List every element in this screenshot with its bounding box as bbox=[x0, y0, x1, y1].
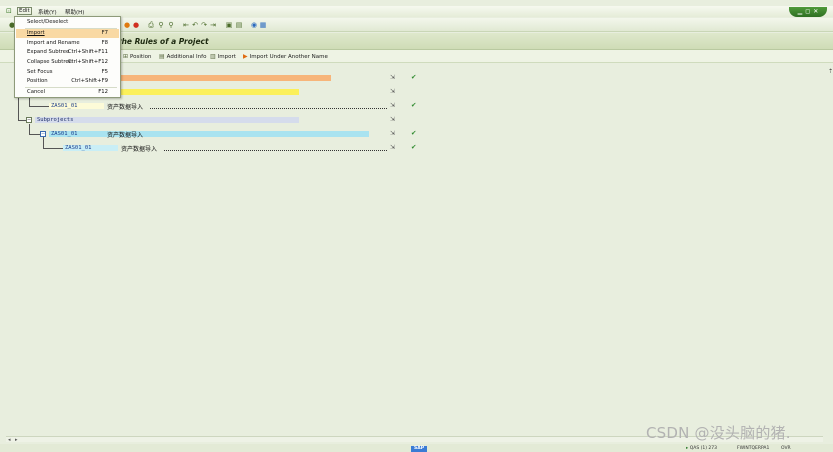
check-icon: ✔ bbox=[411, 129, 417, 137]
tree-line bbox=[18, 120, 26, 121]
menu-item-expand-subtree[interactable]: Expand Subtree Ctrl+Shift+F11 bbox=[16, 48, 119, 57]
position-icon: ⊞ bbox=[123, 53, 129, 60]
system-info[interactable]: ▸ QAS (1) 273 bbox=[686, 446, 717, 451]
watermark: CSDN @没头脑的猪. bbox=[646, 424, 791, 442]
minimize-icon[interactable]: ▁ bbox=[798, 9, 803, 15]
import-button-label: Import bbox=[217, 53, 236, 60]
print-icon[interactable]: ⎙ bbox=[147, 21, 155, 29]
import-icon: ▥ bbox=[210, 53, 216, 60]
node-label[interactable]: ZAS01_01 bbox=[65, 145, 92, 151]
status-icon[interactable]: ⇲ bbox=[390, 74, 395, 81]
window-controls: ▁ ◻ ✕ bbox=[789, 7, 827, 17]
node-description: 资产数据导入 bbox=[107, 104, 144, 111]
dotted-leader bbox=[164, 150, 387, 151]
additional-info-button-label: Additional Info bbox=[166, 53, 207, 60]
node-label[interactable]: ZAS01_01 bbox=[51, 131, 78, 137]
new-session-icon[interactable]: ▣ bbox=[225, 21, 233, 29]
menu-help[interactable]: 帮助(H) bbox=[65, 8, 84, 16]
row-highlight bbox=[49, 131, 369, 137]
next-page-icon[interactable]: ↷ bbox=[200, 21, 208, 29]
node-label[interactable]: Subprojects bbox=[37, 117, 73, 123]
menu-item-select-deselect[interactable]: Select/Deselect bbox=[16, 18, 119, 27]
row-highlight bbox=[121, 75, 331, 81]
status-icon[interactable]: ⇲ bbox=[390, 144, 395, 151]
cancel-icon[interactable]: ● bbox=[123, 21, 131, 29]
tree-line bbox=[29, 134, 40, 135]
import-under-another-name-button[interactable]: ▶ Import Under Another Name bbox=[243, 53, 328, 60]
import-rename-icon: ▶ bbox=[243, 53, 248, 60]
triangle-icon: ▸ bbox=[686, 446, 689, 451]
menu-item-collapse-subtree[interactable]: Collapse Subtree Ctrl+Shift+F12 bbox=[16, 58, 119, 67]
standard-toolbar: ● ● ● ⎙ ⚲ ⚲ ⇤ ↶ ↷ ⇥ ▣ ▤ ◉ ▦ bbox=[0, 18, 833, 32]
application-toolbar: ⊞ Position ▤ Additional Info ▥ Import ▶ … bbox=[0, 50, 833, 63]
menu-item-position[interactable]: Position Ctrl+Shift+F9 bbox=[16, 77, 119, 86]
sap-logo: SAP bbox=[411, 446, 427, 452]
close-icon[interactable]: ✕ bbox=[813, 9, 818, 15]
status-icon[interactable]: ⇲ bbox=[390, 116, 395, 123]
additional-info-button[interactable]: ▤ Additional Info bbox=[159, 53, 206, 60]
find-icon[interactable]: ⚲ bbox=[157, 21, 165, 29]
import-under-another-name-button-label: Import Under Another Name bbox=[249, 53, 328, 60]
info-icon: ▤ bbox=[159, 53, 165, 60]
restore-icon[interactable]: ◻ bbox=[805, 9, 810, 15]
check-icon: ✔ bbox=[411, 101, 417, 109]
scroll-up-icon[interactable]: ⇡ bbox=[828, 68, 833, 75]
row-highlight bbox=[35, 117, 299, 123]
page-title: the Rules of a Project bbox=[118, 37, 209, 46]
title-bar: the Rules of a Project bbox=[0, 33, 833, 50]
menu-edit[interactable]: Edit bbox=[17, 7, 32, 15]
collapse-icon[interactable]: − bbox=[40, 131, 46, 137]
menu-item-cancel[interactable]: Cancel F12 bbox=[16, 88, 119, 97]
menu-bar: ⊡ Edit 系统(Y) 帮助(H) ▁ ◻ ✕ bbox=[0, 6, 833, 17]
last-page-icon[interactable]: ⇥ bbox=[209, 21, 217, 29]
first-page-icon[interactable]: ⇤ bbox=[182, 21, 190, 29]
position-button[interactable]: ⊞ Position bbox=[123, 53, 151, 60]
system-menu-icon[interactable]: ⊡ bbox=[6, 7, 14, 15]
node-label[interactable]: ZAS01_01 bbox=[51, 103, 78, 109]
server-name: FWINTQERPA1 bbox=[737, 446, 770, 451]
menu-system[interactable]: 系统(Y) bbox=[38, 8, 57, 16]
edit-menu-dropdown: Select/Deselect Import F7 Import and Ren… bbox=[14, 16, 121, 98]
tree-line bbox=[29, 106, 49, 107]
node-description: 资产数据导入 bbox=[107, 132, 144, 139]
status-icon[interactable]: ⇲ bbox=[390, 102, 395, 109]
row-highlight bbox=[121, 89, 299, 95]
node-description: 资产数据导入 bbox=[121, 146, 158, 153]
menu-item-import[interactable]: Import F7 bbox=[16, 29, 119, 38]
position-button-label: Position bbox=[130, 53, 152, 60]
help-icon[interactable]: ◉ bbox=[250, 21, 258, 29]
menu-item-set-focus[interactable]: Set Focus F5 bbox=[16, 68, 119, 77]
find-next-icon[interactable]: ⚲ bbox=[167, 21, 175, 29]
scroll-right-icon[interactable]: ▸ bbox=[15, 437, 18, 443]
check-icon: ✔ bbox=[411, 73, 417, 81]
menu-item-import-and-rename[interactable]: Import and Rename F8 bbox=[16, 39, 119, 48]
import-button[interactable]: ▥ Import bbox=[210, 53, 236, 60]
check-icon: ✔ bbox=[411, 143, 417, 151]
layout-icon[interactable]: ▦ bbox=[259, 21, 267, 29]
tree-line bbox=[43, 148, 63, 149]
shortcut-icon[interactable]: ▤ bbox=[235, 21, 243, 29]
system-info-text: QAS (1) 273 bbox=[689, 446, 718, 451]
status-icon[interactable]: ⇲ bbox=[390, 130, 395, 137]
status-icon[interactable]: ⇲ bbox=[390, 88, 395, 95]
dotted-leader bbox=[150, 108, 387, 109]
scroll-left-icon[interactable]: ◂ bbox=[8, 437, 11, 443]
previous-page-icon[interactable]: ↶ bbox=[191, 21, 199, 29]
insert-mode: OVR bbox=[781, 446, 791, 451]
exit-icon[interactable]: ● bbox=[132, 21, 140, 29]
collapse-icon[interactable]: − bbox=[26, 117, 32, 123]
